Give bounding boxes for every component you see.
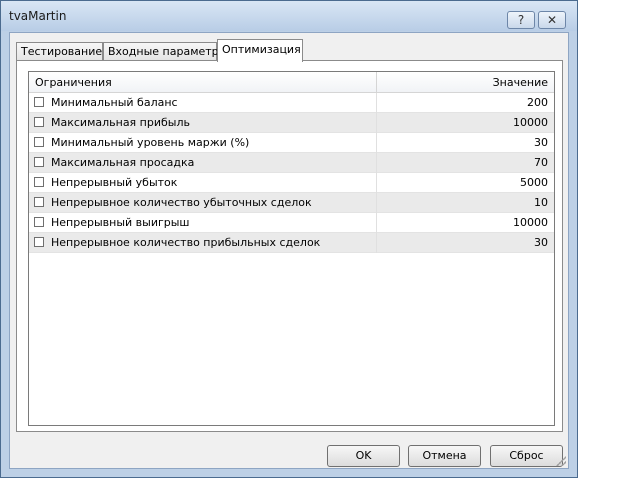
window-title: tvaMartin: [9, 9, 67, 23]
row-label: Непрерывный выигрыш: [51, 216, 190, 229]
optimization-panel: Ограничения Значение Минимальный баланс …: [16, 60, 563, 432]
row-label: Минимальный баланс: [51, 96, 178, 109]
table-row[interactable]: Непрерывный выигрыш 10000: [29, 213, 554, 233]
table-row[interactable]: Минимальный баланс 200: [29, 93, 554, 113]
table-row[interactable]: Максимальная просадка 70: [29, 153, 554, 173]
dialog-window: tvaMartin ? ✕ Тестирование Входные парам…: [0, 0, 578, 478]
row-label: Непрерывное количество прибыльных сделок: [51, 236, 321, 249]
resize-grip-icon[interactable]: [556, 456, 566, 466]
cell-divider: [376, 153, 377, 173]
row-label: Минимальный уровень маржи (%): [51, 136, 250, 149]
grid-header: Ограничения Значение: [29, 72, 554, 93]
row-checkbox[interactable]: [34, 117, 44, 127]
column-header-value[interactable]: Значение: [493, 76, 548, 89]
row-checkbox[interactable]: [34, 97, 44, 107]
ok-button[interactable]: OK: [327, 445, 400, 467]
column-header-constraints[interactable]: Ограничения: [35, 76, 112, 89]
close-icon: ✕: [546, 13, 558, 27]
cell-divider: [376, 93, 377, 113]
row-label: Максимальная прибыль: [51, 116, 190, 129]
cell-divider: [376, 193, 377, 213]
row-checkbox[interactable]: [34, 177, 44, 187]
row-value[interactable]: 200: [527, 96, 548, 109]
tab-testing[interactable]: Тестирование: [16, 42, 103, 61]
row-value[interactable]: 10: [534, 196, 548, 209]
cell-divider: [376, 213, 377, 233]
table-row[interactable]: Минимальный уровень маржи (%) 30: [29, 133, 554, 153]
row-checkbox[interactable]: [34, 237, 44, 247]
table-row[interactable]: Непрерывное количество прибыльных сделок…: [29, 233, 554, 253]
cell-divider: [376, 133, 377, 153]
row-checkbox[interactable]: [34, 157, 44, 167]
row-value[interactable]: 10000: [513, 116, 548, 129]
tab-optimization[interactable]: Оптимизация: [217, 39, 303, 62]
table-row[interactable]: Непрерывный убыток 5000: [29, 173, 554, 193]
table-row[interactable]: Максимальная прибыль 10000: [29, 113, 554, 133]
reset-button[interactable]: Сброс: [490, 445, 563, 467]
cancel-button[interactable]: Отмена: [408, 445, 481, 467]
cell-divider: [376, 233, 377, 253]
row-checkbox[interactable]: [34, 217, 44, 227]
column-divider[interactable]: [376, 72, 377, 92]
dialog-client-area: Тестирование Входные параметры Оптимизац…: [9, 32, 569, 469]
cell-divider: [376, 173, 377, 193]
table-row[interactable]: Непрерывное количество убыточных сделок …: [29, 193, 554, 213]
row-label: Максимальная просадка: [51, 156, 195, 169]
row-label: Непрерывный убыток: [51, 176, 178, 189]
cell-divider: [376, 113, 377, 133]
row-value[interactable]: 5000: [520, 176, 548, 189]
row-value[interactable]: 30: [534, 136, 548, 149]
tab-input-parameters[interactable]: Входные параметры: [103, 42, 227, 61]
help-icon: ?: [517, 13, 525, 27]
title-bar[interactable]: tvaMartin ? ✕: [1, 1, 577, 31]
help-button[interactable]: ?: [507, 11, 535, 29]
close-button[interactable]: ✕: [538, 11, 566, 29]
row-value[interactable]: 10000: [513, 216, 548, 229]
row-label: Непрерывное количество убыточных сделок: [51, 196, 312, 209]
row-value[interactable]: 70: [534, 156, 548, 169]
row-checkbox[interactable]: [34, 137, 44, 147]
row-checkbox[interactable]: [34, 197, 44, 207]
constraints-grid: Ограничения Значение Минимальный баланс …: [28, 71, 555, 426]
row-value[interactable]: 30: [534, 236, 548, 249]
